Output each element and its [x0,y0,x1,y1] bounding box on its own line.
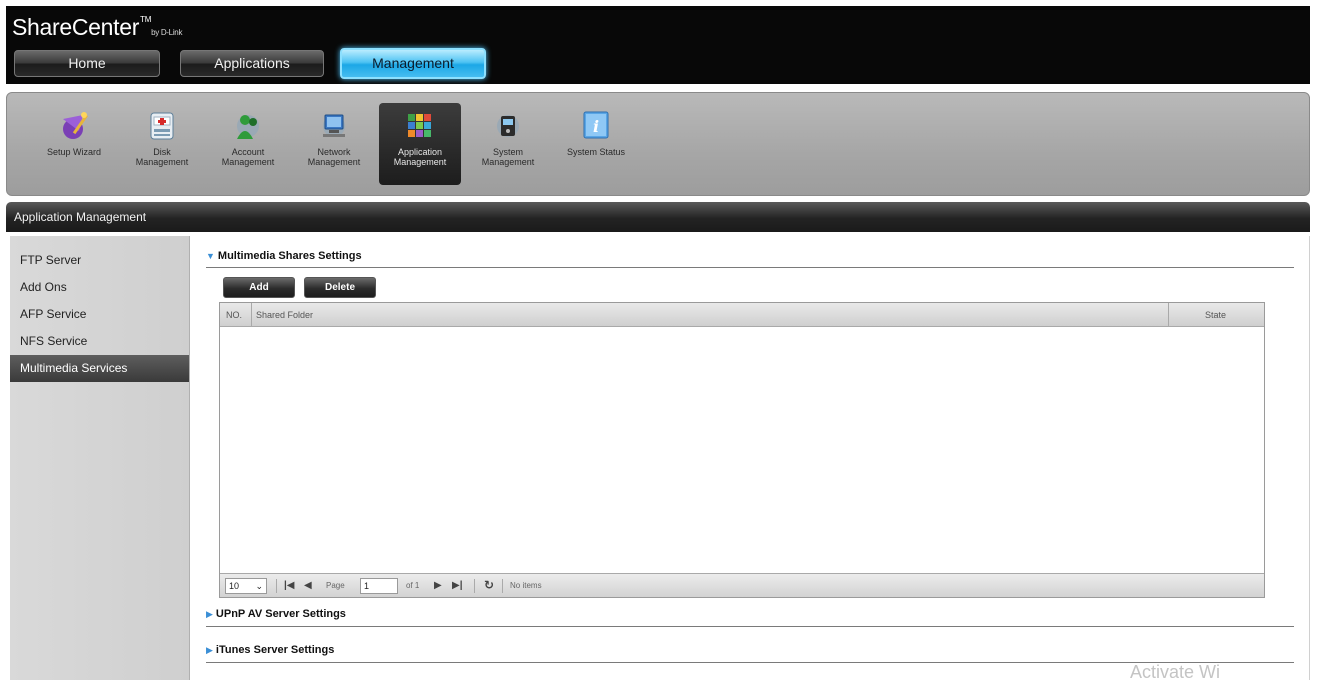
column-separator [251,303,252,327]
toolbar-label: Application Management [393,147,447,167]
tab-applications[interactable]: Applications [180,50,324,77]
tab-management[interactable]: Management [340,48,486,79]
sidebar-item-add-ons[interactable]: Add Ons [10,274,189,301]
tab-home[interactable]: Home [14,50,160,77]
system-icon [497,115,519,137]
toolbar-label: System Status [566,147,626,157]
sidebar-item-afp-service[interactable]: AFP Service [10,301,189,328]
column-separator [1168,303,1169,327]
prev-page-icon[interactable]: ◀ [304,580,312,592]
network-icon [323,114,345,137]
disk-icon [150,112,174,140]
page-number-value: 1 [364,581,370,591]
toolbar-label: Disk Management [135,147,189,167]
add-button[interactable]: Add [223,277,295,298]
next-page-icon[interactable]: ▶ [434,580,442,592]
wizard-icon [63,112,88,139]
page-number-input[interactable]: 1 [360,578,398,594]
pager-separator [276,579,277,593]
brand-name: ShareCenter [12,14,140,40]
toolbar-application-management[interactable]: Application Management [379,103,461,185]
toolbar-disk-management[interactable]: Disk Management [121,103,203,185]
page-title: Application Management [6,202,1310,232]
sidebar-item-multimedia-services[interactable]: Multimedia Services [10,355,189,382]
pager-separator [502,579,503,593]
itunes-settings-header[interactable]: ▶ iTunes Server Settings [206,644,334,656]
first-page-icon[interactable]: |◀ [284,580,295,592]
top-header: ShareCenterTM by D-Link Home Applications… [6,6,1310,84]
application-icon [408,114,431,137]
pager-separator [474,579,475,593]
toolbar-system-status[interactable]: i System Status [551,103,641,185]
page-size-select[interactable]: 10 ⌄ [225,578,267,594]
itunes-settings-title: iTunes Server Settings [215,644,335,656]
expand-triangle-icon: ▶ [206,645,213,655]
last-page-icon[interactable]: ▶| [452,580,463,592]
activation-watermark: Activate Wi [1130,662,1220,683]
svg-text:i: i [593,117,599,136]
sidebar: FTP Server Add Ons AFP Service NFS Servi… [10,236,190,680]
page-label: Page [326,581,345,590]
sidebar-item-ftp-server[interactable]: FTP Server [10,247,189,274]
multimedia-shares-table: NO. Shared Folder State 10 ⌄ |◀ ◀ Page 1… [219,302,1265,598]
brand-logo: ShareCenterTM by D-Link [12,14,182,41]
main-content: ▼ Multimedia Shares Settings Add Delete N… [190,236,1310,680]
delete-button[interactable]: Delete [304,277,376,298]
table-pager: 10 ⌄ |◀ ◀ Page 1 of 1 ▶ ▶| ↻ No items [220,573,1264,597]
column-state[interactable]: State [1205,303,1226,327]
upnp-settings-header[interactable]: ▶ UPnP AV Server Settings [206,608,346,620]
expand-triangle-icon: ▶ [206,609,213,619]
toolbar-label: Account Management [221,147,275,167]
account-icon [237,115,259,139]
toolbar-label: Setup Wizard [46,147,102,157]
toolbar-system-management[interactable]: System Management [467,103,549,185]
toolbar-label: Network Management [307,147,361,167]
divider [206,267,1294,268]
page-size-value: 10 [229,581,240,591]
info-icon: i [583,111,609,139]
refresh-icon[interactable]: ↻ [484,579,494,591]
toolbar-account-management[interactable]: Account Management [207,103,289,185]
divider [206,626,1294,627]
brand-tm: TM [140,15,152,24]
pager-status: No items [510,581,542,590]
upnp-settings-title: UPnP AV Server Settings [215,608,346,620]
page-of-label: of 1 [406,581,420,590]
brand-by: by D-Link [151,28,183,37]
chevron-down-icon: ⌄ [255,581,263,591]
table-header: NO. Shared Folder State [220,303,1264,327]
multimedia-shares-header[interactable]: ▼ Multimedia Shares Settings [206,250,362,262]
toolbar-label: System Management [481,147,535,167]
column-shared-folder[interactable]: Shared Folder [256,303,313,327]
watermark-text: Activate Wi [1130,662,1221,682]
multimedia-shares-title: Multimedia Shares Settings [217,250,362,262]
management-toolbar: Setup Wizard Disk Management Account Man… [6,92,1310,196]
sidebar-item-nfs-service[interactable]: NFS Service [10,328,189,355]
toolbar-network-management[interactable]: Network Management [293,103,375,185]
collapse-triangle-icon: ▼ [206,251,215,261]
column-no[interactable]: NO. [226,303,242,327]
toolbar-setup-wizard[interactable]: Setup Wizard [33,103,115,185]
